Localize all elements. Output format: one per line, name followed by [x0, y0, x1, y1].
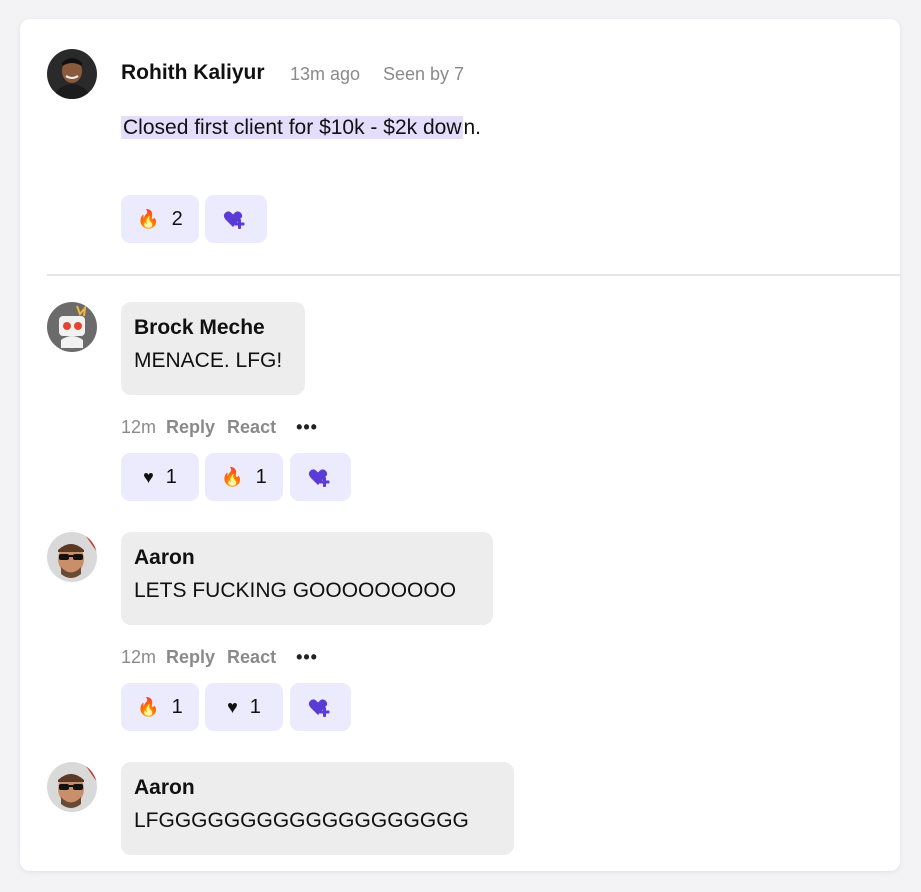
reaction-fire-button[interactable]: 🔥 1: [121, 683, 199, 731]
reaction-count: 1: [165, 465, 177, 488]
fire-emoji-icon: 🔥: [137, 209, 160, 229]
post-body: Closed first client for $10k - $2k down.: [121, 116, 481, 140]
comment-timestamp: 12m: [121, 647, 157, 667]
comment-message: LETS FUCKING GOOOOOOOOO: [134, 579, 457, 602]
comment-actions: 12m Reply React •••: [121, 417, 318, 438]
heart-emoji-icon: ♥: [227, 697, 238, 717]
heart-plus-icon: [223, 211, 245, 229]
post-author-name[interactable]: Rohith Kaliyur: [121, 61, 265, 85]
comment-message: LFGGGGGGGGGGGGGGGGGGG: [134, 809, 469, 832]
more-options-icon[interactable]: •••: [296, 417, 318, 438]
comment-timestamp: 12m: [121, 417, 157, 437]
post-body-rest: n.: [463, 116, 481, 139]
heart-plus-icon: [308, 469, 329, 487]
avatar-aaron[interactable]: [47, 532, 97, 582]
reaction-count: 2: [171, 207, 183, 230]
fire-emoji-icon: 🔥: [137, 697, 160, 717]
avatar-brock[interactable]: [47, 302, 97, 352]
add-reaction-button[interactable]: [290, 683, 351, 731]
reaction-heart-button[interactable]: ♥ 1: [205, 683, 283, 731]
heart-plus-icon: [308, 699, 329, 717]
reply-link[interactable]: Reply: [166, 417, 215, 438]
comment-actions: 12m Reply React •••: [121, 647, 318, 668]
reaction-heart-button[interactable]: ♥ 1: [121, 453, 199, 501]
avatar-rohith[interactable]: [47, 49, 97, 99]
post-body-highlight: Closed first client for $10k - $2k dow: [121, 116, 464, 139]
comment-author-name[interactable]: Aaron: [134, 774, 501, 802]
heart-emoji-icon: ♥: [143, 467, 154, 487]
reaction-count: 1: [249, 695, 261, 718]
post-card: Rohith Kaliyur 13m ago Seen by 7 Closed …: [20, 19, 900, 871]
fire-emoji-icon: 🔥: [221, 467, 244, 487]
reaction-fire-button[interactable]: 🔥 2: [121, 195, 199, 243]
add-reaction-button[interactable]: [290, 453, 351, 501]
more-options-icon[interactable]: •••: [296, 647, 318, 668]
divider: [47, 274, 900, 276]
avatar-aaron[interactable]: [47, 762, 97, 812]
reaction-fire-button[interactable]: 🔥 1: [205, 453, 283, 501]
add-reaction-button[interactable]: [205, 195, 267, 243]
comment-author-name[interactable]: Aaron: [134, 544, 480, 572]
comment-bubble: Aaron LETS FUCKING GOOOOOOOOO: [121, 532, 493, 625]
seen-by-count[interactable]: Seen by 7: [383, 64, 464, 85]
post-timestamp: 13m ago: [290, 64, 361, 84]
comment-bubble: Aaron LFGGGGGGGGGGGGGGGGGGG: [121, 762, 514, 855]
comment-message: MENACE. LFG!: [134, 349, 283, 372]
comment-author-name[interactable]: Brock Meche: [134, 314, 292, 342]
react-link[interactable]: React: [227, 417, 276, 438]
react-link[interactable]: React: [227, 647, 276, 668]
reaction-count: 1: [171, 695, 183, 718]
reply-link[interactable]: Reply: [166, 647, 215, 668]
comment-bubble: Brock Meche MENACE. LFG!: [121, 302, 305, 395]
reaction-count: 1: [255, 465, 267, 488]
